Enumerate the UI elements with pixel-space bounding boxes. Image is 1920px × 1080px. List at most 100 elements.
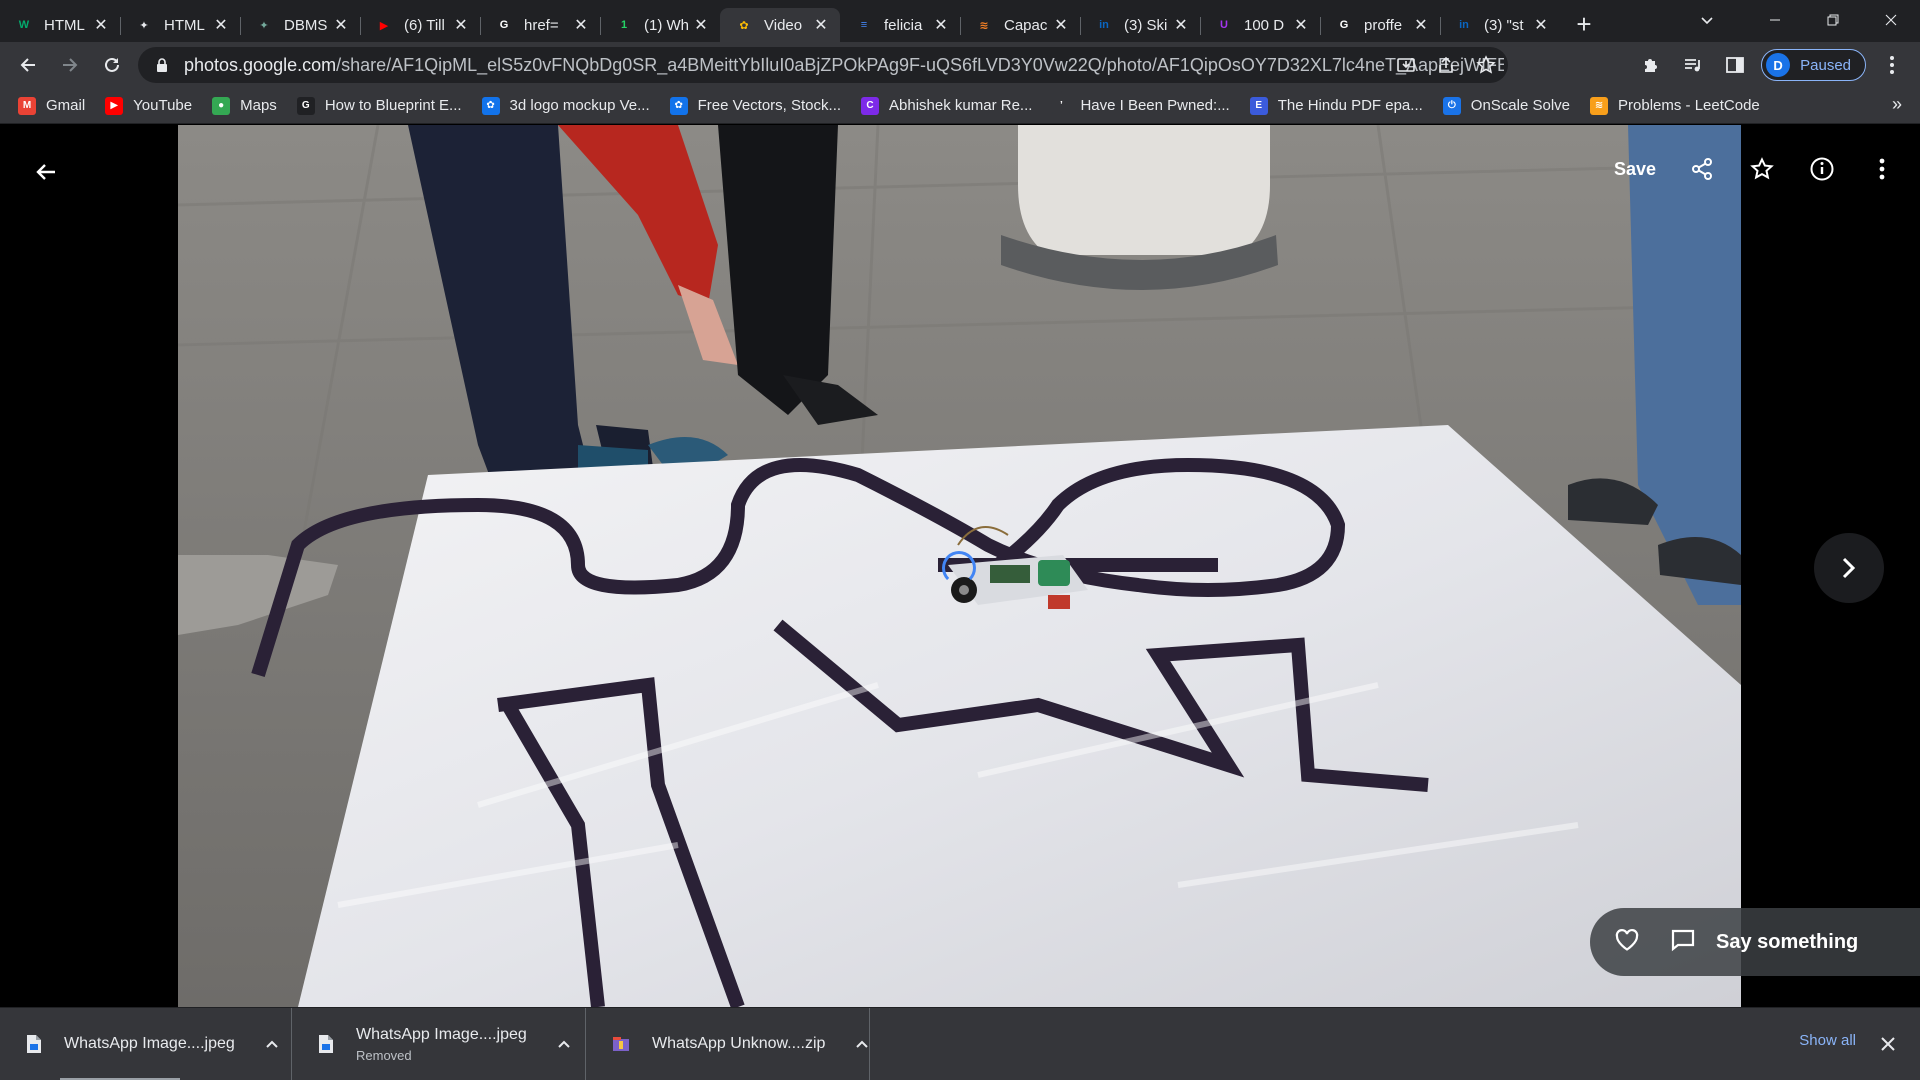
tab-title: DBMS: [284, 16, 328, 34]
chevron-up-icon[interactable]: [557, 1039, 571, 1049]
whatsapp-icon: 1: [620, 19, 628, 31]
tab[interactable]: Gproffe ✕: [1320, 8, 1440, 42]
sync-status: Paused: [1800, 56, 1851, 74]
bookmark-item[interactable]: ≋ Problems - LeetCode: [1590, 92, 1760, 120]
tab-close-icon[interactable]: ✕: [1412, 16, 1430, 34]
chatgpt-icon: ✦: [139, 19, 149, 32]
linkedin-icon: in: [1099, 19, 1109, 31]
extensions-icon[interactable]: [1635, 49, 1667, 81]
minimize-button[interactable]: [1746, 0, 1804, 40]
tab[interactable]: ✦ DBMS ✕: [240, 8, 360, 42]
minimize-icon: [1770, 19, 1780, 21]
image-file-icon: [318, 1033, 334, 1055]
bookmark-item[interactable]: ⏻ OnScale Solve: [1442, 92, 1570, 120]
info-icon[interactable]: [1800, 147, 1844, 191]
tab-title: Capac: [1004, 16, 1048, 34]
heart-icon[interactable]: [1614, 928, 1640, 957]
profile-button[interactable]: D Paused: [1761, 49, 1866, 81]
tab[interactable]: in (3) "st ✕: [1440, 8, 1560, 42]
youtube-icon: ▶: [379, 19, 389, 32]
tab[interactable]: ▶ (6) Till ✕: [360, 8, 480, 42]
bookmarks-overflow-button[interactable]: »: [1892, 94, 1902, 115]
kebab-menu-icon[interactable]: [1876, 49, 1908, 81]
tab-close-icon[interactable]: ✕: [572, 16, 590, 34]
tab-close-icon[interactable]: ✕: [1292, 16, 1310, 34]
forward-button[interactable]: [50, 45, 90, 85]
bookmark-item[interactable]: G How to Blueprint E...: [296, 92, 462, 120]
install-app-icon[interactable]: [1392, 51, 1420, 79]
bookmark-item[interactable]: ▶ YouTube: [105, 92, 192, 120]
tab[interactable]: ≋ Capac ✕: [960, 8, 1080, 42]
back-button[interactable]: [8, 45, 48, 85]
tab-close-icon[interactable]: ✕: [812, 16, 830, 34]
tab[interactable]: ≡ felicia ✕: [840, 8, 960, 42]
browser-toolbar: photos.google.com/share/AF1QipML_elS5z0v…: [0, 42, 1920, 88]
google-icon: G: [1339, 19, 1349, 31]
favorite-star-icon[interactable]: [1740, 147, 1784, 191]
bookmark-item[interactable]: C Abhishek kumar Re...: [861, 92, 1032, 120]
tab-close-icon[interactable]: ✕: [1172, 16, 1190, 34]
bookmark-item[interactable]: ● Maps: [212, 92, 277, 120]
lock-icon[interactable]: [152, 58, 172, 72]
bookmark-star-icon[interactable]: [1472, 51, 1500, 79]
tab-close-icon[interactable]: ✕: [1052, 16, 1070, 34]
download-item[interactable]: WhatsApp Image....jpeg: [0, 1007, 292, 1080]
download-item[interactable]: WhatsApp Unknow....zip: [586, 1007, 870, 1080]
bookmark-item[interactable]: ’ Have I Been Pwned:...: [1052, 92, 1230, 120]
google-photos-icon: ✿: [739, 19, 749, 32]
bookmark-item[interactable]: ✿ 3d logo mockup Ve...: [481, 92, 650, 120]
tab[interactable]: ✦ HTML ✕: [120, 8, 240, 42]
tab[interactable]: ✿ Video ✕: [720, 8, 840, 42]
google-docs-icon: ≡: [860, 19, 868, 31]
tab-close-icon[interactable]: ✕: [692, 16, 710, 34]
viewer-back-button[interactable]: [24, 150, 68, 194]
side-panel-icon[interactable]: [1719, 49, 1751, 81]
maps-icon: ●: [212, 96, 231, 115]
tab[interactable]: W HTML ✕: [0, 8, 120, 42]
chevron-up-icon[interactable]: [265, 1039, 279, 1049]
tab-close-icon[interactable]: ✕: [92, 16, 110, 34]
tab-close-icon[interactable]: ✕: [212, 16, 230, 34]
address-bar[interactable]: photos.google.com/share/AF1QipML_elS5z0v…: [138, 47, 1508, 83]
tab-close-icon[interactable]: ✕: [332, 16, 350, 34]
window-controls: [1746, 0, 1920, 40]
save-button[interactable]: Save: [1614, 159, 1656, 180]
tab[interactable]: Ghref= ✕: [480, 8, 600, 42]
canva-icon: C: [861, 96, 880, 115]
bookmark-label: YouTube: [133, 97, 193, 114]
reload-button[interactable]: [92, 45, 132, 85]
tab-close-icon[interactable]: ✕: [452, 16, 470, 34]
chevron-up-icon[interactable]: [855, 1039, 869, 1049]
tab-close-icon[interactable]: ✕: [1532, 16, 1550, 34]
tab-search-button[interactable]: [1692, 6, 1722, 36]
tab-close-icon[interactable]: ✕: [932, 16, 950, 34]
bookmark-item[interactable]: M Gmail: [18, 92, 85, 120]
comment-icon[interactable]: [1670, 928, 1696, 957]
restore-button[interactable]: [1804, 0, 1862, 40]
google-icon: G: [499, 19, 509, 31]
chevron-right-icon: [1842, 557, 1856, 579]
comment-input[interactable]: Say something: [1716, 931, 1858, 954]
tab[interactable]: 1 (1) Wh ✕: [600, 8, 720, 42]
close-shelf-button[interactable]: [1874, 1030, 1902, 1058]
tab[interactable]: in (3) Ski ✕: [1080, 8, 1200, 42]
bookmark-label: Maps: [240, 97, 277, 114]
share-icon[interactable]: [1680, 147, 1724, 191]
url-text[interactable]: photos.google.com/share/AF1QipML_elS5z0v…: [184, 55, 1504, 76]
media-controls-icon[interactable]: [1677, 49, 1709, 81]
tab[interactable]: U 100 D ✕: [1200, 8, 1320, 42]
bookmark-item[interactable]: ✿ Free Vectors, Stock...: [669, 92, 841, 120]
bookmark-item[interactable]: E The Hindu PDF epa...: [1249, 92, 1423, 120]
new-tab-button[interactable]: +: [1566, 6, 1602, 42]
reload-icon: [105, 57, 119, 72]
share-page-icon[interactable]: [1432, 51, 1460, 79]
viewer-actions: Save: [1614, 147, 1904, 191]
download-text: WhatsApp Image....jpeg: [64, 1035, 235, 1053]
show-all-downloads-button[interactable]: Show all: [1799, 1032, 1856, 1049]
image-file-icon: [26, 1033, 42, 1055]
close-icon: [1881, 1037, 1895, 1051]
close-window-button[interactable]: [1862, 0, 1920, 40]
download-item[interactable]: WhatsApp Image....jpeg Removed: [292, 1007, 586, 1080]
next-photo-button[interactable]: [1814, 533, 1884, 603]
more-options-icon[interactable]: [1860, 147, 1904, 191]
